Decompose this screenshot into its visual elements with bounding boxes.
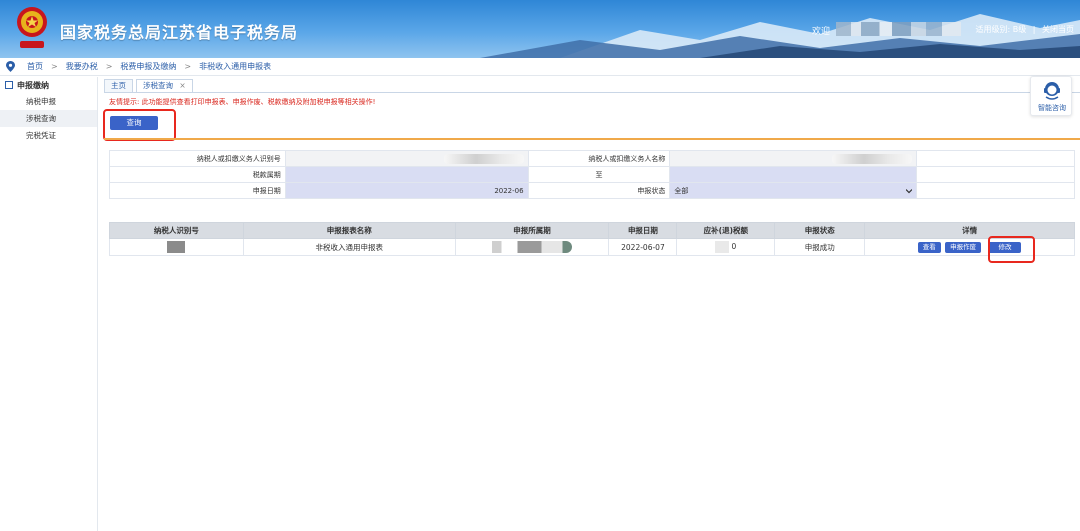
tab-home[interactable]: 主页 bbox=[104, 79, 133, 92]
welcome-text: 欢迎 bbox=[812, 27, 831, 37]
breadcrumb-current: 非税收入通用申报表 bbox=[199, 62, 272, 71]
tab-tax-query[interactable]: 涉税查询 × bbox=[136, 79, 193, 92]
smart-help-label: 智能咨询 bbox=[1038, 104, 1066, 112]
tax-period-end-field[interactable] bbox=[669, 166, 918, 183]
sidebar-item-declare[interactable]: 纳税申报 bbox=[0, 93, 97, 110]
masked-taxpayer-name bbox=[832, 153, 913, 164]
breadcrumb: 首页 > 我要办税 > 税费申报及缴纳 > 非税收入通用申报表 bbox=[0, 58, 1080, 76]
declare-status-select[interactable]: 全部 bbox=[669, 182, 918, 199]
col-declare-date: 申报日期 bbox=[608, 222, 678, 239]
menu-icon bbox=[5, 81, 13, 89]
cell-declare-date: 2022-06-07 bbox=[608, 238, 678, 256]
breadcrumb-home[interactable]: 首页 bbox=[27, 61, 43, 72]
masked-username bbox=[836, 22, 961, 36]
headset-icon bbox=[1044, 82, 1060, 100]
tab-bar: 主页 涉税查询 × bbox=[104, 79, 196, 92]
sidebar-heading[interactable]: 申报缴纳 bbox=[0, 77, 97, 93]
modify-highlight-box bbox=[988, 236, 1035, 263]
col-period: 申报所属期 bbox=[454, 222, 610, 239]
site-title: 国家税务总局江苏省电子税务局 bbox=[60, 23, 299, 42]
form-blank-cell bbox=[916, 166, 1075, 183]
taxpayer-id-field[interactable] bbox=[284, 150, 529, 167]
taxpayer-id-label: 纳税人或扣缴义务人识别号 bbox=[109, 150, 286, 167]
table-row: 非税收入通用申报表 2022-06-07 0 申报成功 查看 申报作废 修改 bbox=[109, 238, 1075, 256]
declare-date-label: 申报日期 bbox=[109, 182, 286, 199]
form-row: 纳税人或扣缴义务人识别号 纳税人或扣缴义务人名称 bbox=[109, 150, 1075, 167]
col-details: 详情 bbox=[864, 222, 1075, 239]
breadcrumb-declare-pay[interactable]: 税费申报及缴纳 bbox=[120, 61, 176, 72]
query-button[interactable]: 查询 bbox=[110, 116, 158, 130]
col-report-name: 申报报表名称 bbox=[242, 222, 456, 239]
sidebar-heading-label: 申报缴纳 bbox=[17, 80, 49, 90]
tax-emblem-icon bbox=[17, 7, 47, 48]
breadcrumb-tax-handling[interactable]: 我要办税 bbox=[66, 61, 98, 72]
view-button[interactable]: 查看 bbox=[917, 241, 941, 253]
friendly-tip: 友情提示: 此功能提供查看打印申报表、申报作废、税款缴纳及附加税申报等相关操作! bbox=[109, 98, 376, 106]
declare-status-value: 全部 bbox=[674, 186, 689, 195]
tab-tax-query-label: 涉税查询 bbox=[143, 81, 173, 90]
header-banner: 国家税务总局江苏省电子税务局 欢迎 适用级别: B级 | 关闭当页 bbox=[0, 0, 1080, 58]
masked-period bbox=[492, 241, 573, 253]
sidebar: 申报缴纳 纳税申报 涉税查询 完税凭证 bbox=[0, 77, 98, 531]
cell-tax-amount: 0 bbox=[676, 238, 776, 256]
form-row: 申报日期 2022-06 申报状态 全部 bbox=[109, 182, 1075, 199]
taxpayer-name-field[interactable] bbox=[669, 150, 918, 167]
header-separator: | bbox=[1032, 25, 1036, 34]
location-pin-icon bbox=[6, 61, 15, 72]
table-header-row: 纳税人识别号 申报报表名称 申报所属期 申报日期 应补(退)税额 申报状态 详情 bbox=[109, 222, 1075, 239]
section-divider bbox=[104, 138, 1080, 140]
masked-amount bbox=[715, 241, 730, 253]
tab-divider bbox=[104, 92, 1080, 93]
cell-report-name: 非税收入通用申报表 bbox=[242, 238, 456, 256]
void-declaration-button[interactable]: 申报作废 bbox=[945, 241, 982, 253]
col-taxpayer-id: 纳税人识别号 bbox=[109, 222, 244, 239]
declare-status-inner: 全部 bbox=[674, 186, 913, 196]
cell-status: 申报成功 bbox=[774, 238, 866, 256]
tax-amount-value: 0 bbox=[731, 242, 737, 251]
close-page-link[interactable]: 关闭当页 bbox=[1042, 25, 1074, 34]
sidebar-item-query[interactable]: 涉税查询 bbox=[0, 110, 97, 127]
header-right: 适用级别: B级 | 关闭当页 bbox=[971, 24, 1074, 35]
declare-status-label: 申报状态 bbox=[527, 182, 671, 199]
declare-date-field[interactable]: 2022-06 bbox=[284, 182, 529, 199]
search-form: 纳税人或扣缴义务人识别号 纳税人或扣缴义务人名称 税款属期 至 申报日期 202… bbox=[109, 150, 1075, 199]
col-status: 申报状态 bbox=[774, 222, 866, 239]
tab-close-icon[interactable]: × bbox=[179, 81, 185, 90]
sidebar-item-certificate[interactable]: 完税凭证 bbox=[0, 127, 97, 144]
form-row: 税款属期 至 bbox=[109, 166, 1075, 183]
masked-taxpayer-id bbox=[443, 153, 524, 164]
cell-period bbox=[454, 238, 610, 256]
user-level: 适用级别: B级 bbox=[975, 25, 1027, 34]
breadcrumb-separator: > bbox=[105, 62, 113, 71]
taxpayer-name-label: 纳税人或扣缴义务人名称 bbox=[527, 150, 671, 167]
col-tax-amount: 应补(退)税额 bbox=[676, 222, 776, 239]
chevron-down-icon bbox=[906, 188, 913, 193]
tax-period-label: 税款属期 bbox=[109, 166, 286, 183]
tax-period-start-field[interactable] bbox=[284, 166, 529, 183]
masked-id bbox=[167, 241, 186, 253]
to-label: 至 bbox=[527, 166, 671, 183]
cell-actions: 查看 申报作废 修改 bbox=[864, 238, 1075, 256]
form-blank-cell bbox=[916, 182, 1075, 199]
breadcrumb-separator: > bbox=[51, 62, 58, 71]
breadcrumb-separator: > bbox=[184, 62, 192, 71]
cell-taxpayer-id bbox=[109, 238, 244, 256]
smart-help-widget[interactable]: 智能咨询 bbox=[1030, 76, 1072, 116]
results-table: 纳税人识别号 申报报表名称 申报所属期 申报日期 应补(退)税额 申报状态 详情… bbox=[109, 222, 1075, 256]
form-blank-cell bbox=[916, 150, 1075, 167]
